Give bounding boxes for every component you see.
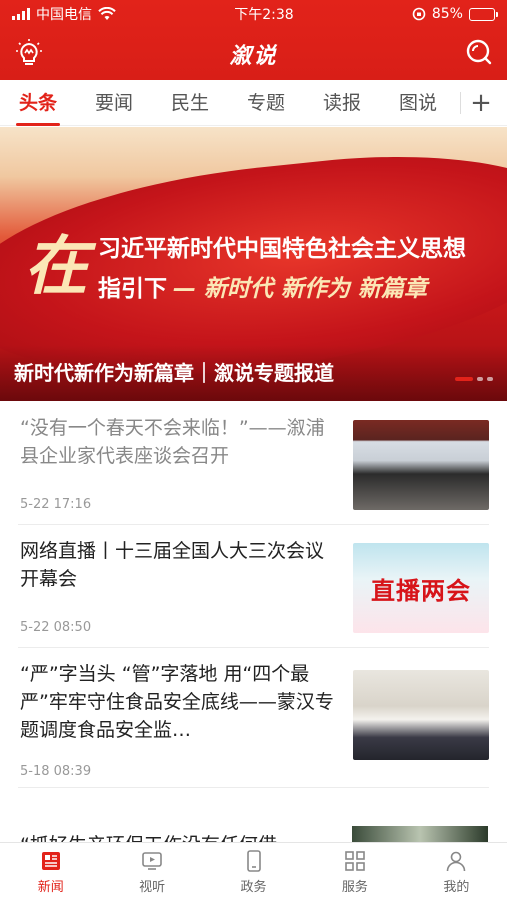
- grid-icon: [345, 850, 365, 871]
- nav-video[interactable]: 视听: [101, 843, 202, 900]
- banner-big-char: 在: [24, 229, 88, 304]
- news-title: “没有一个春天不会来临！”——溆浦县企业家代表座谈会召开: [20, 417, 325, 467]
- carrier-label: 中国电信: [36, 7, 92, 23]
- add-channel-button[interactable]: +: [461, 80, 501, 126]
- news-thumbnail: [353, 670, 489, 760]
- channel-tabs: 头条 要闻 民生 专题 读报 图说 +: [0, 80, 507, 126]
- news-time: 5-22 08:50: [20, 620, 92, 635]
- nav-services[interactable]: 服务: [304, 843, 405, 900]
- bottom-nav: 新闻 视听 政务 服务 我的: [0, 842, 507, 900]
- nav-profile[interactable]: 我的: [406, 843, 507, 900]
- nav-label: 视听: [139, 879, 166, 895]
- news-item-partial[interactable]: “抓好生产环保工作没有任何借: [18, 804, 488, 844]
- phone-icon: [246, 849, 261, 872]
- news-title: 网络直播丨十三届全国人大三次会议开幕会: [20, 540, 325, 590]
- tab-news[interactable]: 要闻: [76, 80, 152, 126]
- nav-news[interactable]: 新闻: [0, 843, 101, 900]
- banner-line-2: 指引下 — 新时代 新作为 新篇章: [98, 269, 427, 303]
- video-icon: [142, 851, 162, 870]
- wifi-icon: [98, 7, 116, 20]
- news-title: “严”字当头 “管”字落地 用“四个最严”牢牢守住食品安全底线——蒙汉专题调度食…: [20, 663, 334, 741]
- lightbulb-icon[interactable]: [14, 38, 44, 68]
- banner-line-2b: — 新时代 新作为 新篇章: [173, 276, 428, 302]
- nav-government[interactable]: 政务: [203, 843, 304, 900]
- clock: 下午2:38: [234, 7, 294, 23]
- tab-read-paper[interactable]: 读报: [304, 80, 380, 126]
- nav-label: 新闻: [37, 879, 64, 895]
- status-bar: 中国电信 下午2:38 85%: [0, 0, 507, 28]
- tab-photo[interactable]: 图说: [380, 80, 456, 126]
- search-icon[interactable]: [465, 38, 493, 66]
- header-bar: 中国电信 下午2:38 85% 溆说: [0, 0, 507, 80]
- nav-label: 我的: [443, 879, 470, 895]
- nav-label: 政务: [240, 879, 267, 895]
- news-thumbnail: [353, 420, 489, 510]
- tab-topics[interactable]: 专题: [228, 80, 304, 126]
- thumbnail-text: 直播两会: [371, 576, 471, 605]
- newspaper-icon: [41, 851, 60, 870]
- news-item[interactable]: “严”字当头 “管”字落地 用“四个最严”牢牢守住食品安全底线——蒙汉专题调度食…: [18, 648, 489, 788]
- user-icon: [447, 851, 466, 871]
- news-item[interactable]: “没有一个春天不会来临！”——溆浦县企业家代表座谈会召开 5-22 17:16: [18, 402, 489, 525]
- nav-label: 服务: [341, 879, 368, 895]
- news-time: 5-18 08:39: [20, 764, 92, 779]
- battery-icon: [468, 7, 498, 21]
- rotation-lock-icon: [412, 7, 426, 21]
- tab-livelihood[interactable]: 民生: [152, 80, 228, 126]
- signal-icon: [12, 8, 30, 20]
- news-item[interactable]: 网络直播丨十三届全国人大三次会议开幕会 5-22 08:50 直播两会: [18, 525, 489, 648]
- news-thumbnail: 直播两会: [353, 543, 489, 633]
- carousel-indicator: [455, 377, 493, 381]
- banner-line-1: 习近平新时代中国特色社会主义思想: [98, 236, 466, 262]
- banner-carousel[interactable]: 在 习近平新时代中国特色社会主义思想 指引下 — 新时代 新作为 新篇章 新时代新…: [0, 127, 507, 401]
- news-time: 5-22 17:16: [20, 497, 92, 512]
- banner-line-2a: 指引下: [98, 276, 167, 302]
- banner-caption[interactable]: 新时代新作为新篇章｜溆说专题报道: [0, 345, 507, 401]
- battery-percent: 85%: [431, 6, 463, 22]
- tab-headlines[interactable]: 头条: [0, 80, 76, 126]
- news-list: “没有一个春天不会来临！”——溆浦县企业家代表座谈会召开 5-22 17:16 …: [0, 402, 507, 788]
- app-brand: 溆说: [229, 43, 278, 69]
